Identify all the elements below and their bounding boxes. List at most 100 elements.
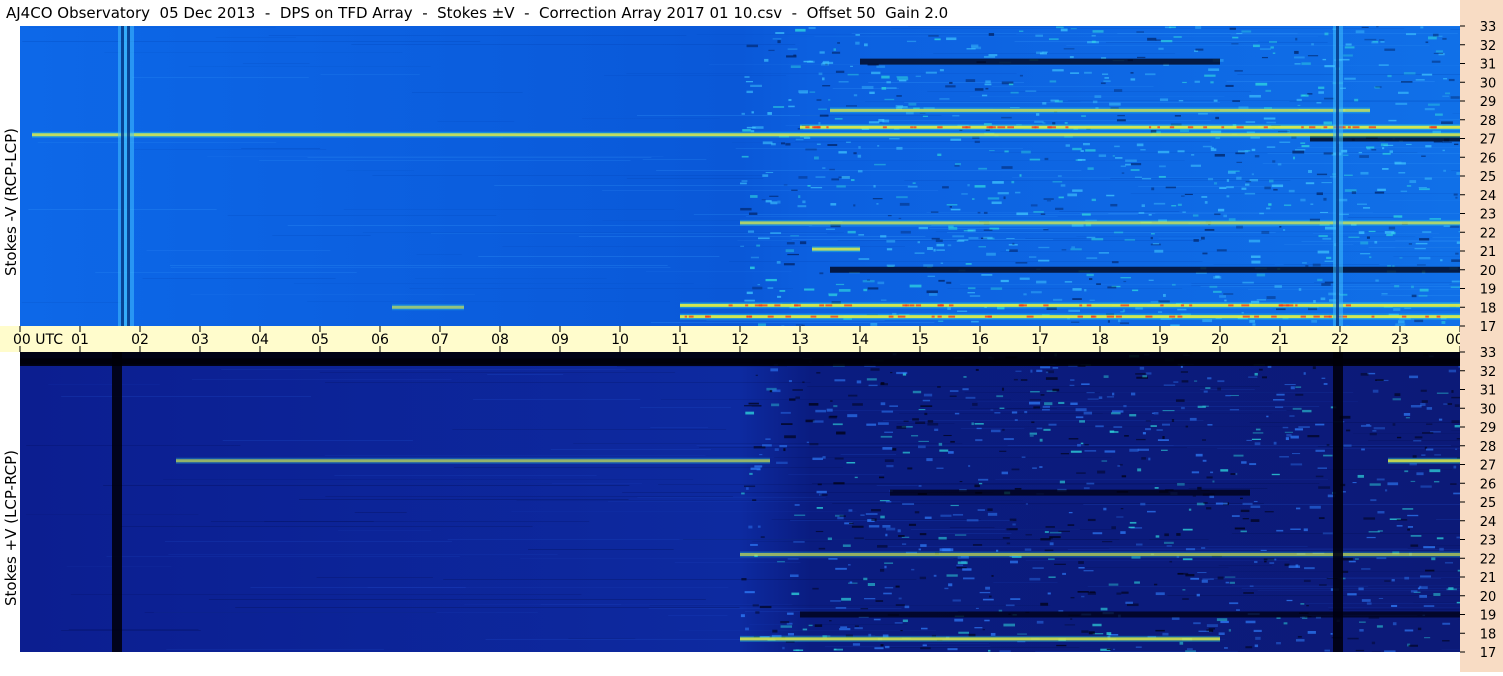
emission-speckle — [784, 263, 795, 265]
emission-speckle — [858, 170, 863, 172]
emission-speckle — [978, 168, 987, 170]
emission-speckle — [779, 290, 785, 292]
emission-speckle — [919, 227, 928, 229]
texture-streak — [809, 226, 1279, 227]
emission-speckle — [942, 548, 953, 551]
emission-speckle — [1019, 31, 1023, 32]
emission-speckle — [777, 40, 780, 43]
emission-speckle — [1088, 592, 1096, 595]
emission-speckle — [803, 629, 807, 631]
emission-speckle — [858, 146, 860, 149]
emission-speckle — [1413, 440, 1421, 441]
title-bar: AJ4CO Observatory 05 Dec 2013 - DPS on T… — [0, 0, 1460, 26]
emission-speckle — [740, 183, 747, 185]
emission-speckle — [1393, 308, 1400, 311]
emission-speckle — [1379, 598, 1383, 599]
emission-speckle — [972, 403, 977, 406]
emission-peak — [1437, 316, 1441, 318]
emission-speckle — [1236, 609, 1240, 611]
emission-speckle — [790, 235, 799, 236]
emission-speckle — [953, 514, 963, 516]
emission-speckle — [820, 494, 827, 496]
emission-speckle — [1424, 605, 1435, 607]
emission-speckle — [1151, 187, 1154, 190]
emission-speckle — [1429, 218, 1441, 220]
freq-tick-label: 32 — [1480, 365, 1497, 380]
emission-speckle — [877, 145, 879, 147]
emission-speckle — [1346, 430, 1350, 432]
emission-speckle — [815, 410, 826, 413]
emission-speckle — [1034, 121, 1043, 123]
emission-speckle — [881, 644, 884, 646]
emission-speckle — [1219, 632, 1225, 635]
emission-speckle — [741, 578, 746, 580]
emission-speckle — [1385, 231, 1394, 234]
emission-speckle — [750, 195, 758, 198]
emission-peak — [938, 304, 943, 306]
emission-speckle — [1361, 568, 1370, 569]
emission-speckle — [1401, 191, 1407, 192]
freq-tick-label: 29 — [1480, 95, 1497, 110]
emission-speckle — [1274, 442, 1277, 445]
emission-speckle — [868, 287, 879, 289]
texture-streak — [1025, 238, 1092, 239]
texture-streak — [1328, 577, 1460, 578]
emission-speckle — [1023, 293, 1026, 295]
emission-speckle — [966, 397, 976, 399]
emission-speckle — [1208, 68, 1219, 71]
texture-streak — [29, 27, 276, 28]
emission-speckle — [819, 548, 826, 550]
emission-speckle — [955, 163, 961, 165]
emission-speckle — [1107, 632, 1112, 635]
texture-streak — [355, 512, 407, 513]
emission-speckle — [1295, 149, 1305, 150]
emission-speckle — [1410, 544, 1418, 546]
emission-speckle — [955, 535, 966, 536]
emission-peak — [889, 316, 894, 318]
emission-speckle — [1130, 72, 1133, 74]
emission-speckle — [1416, 472, 1423, 475]
emission-speckle — [847, 414, 857, 417]
emission-speckle — [1138, 449, 1149, 451]
emission-speckle — [1176, 399, 1185, 402]
emission-speckle — [1048, 576, 1055, 577]
emission-speckle — [900, 203, 910, 206]
emission-speckle — [1182, 380, 1189, 382]
emission-speckle — [763, 141, 773, 144]
emission-speckle — [1071, 246, 1075, 248]
freq-tick-label: 31 — [1480, 384, 1497, 399]
emission-speckle — [773, 106, 784, 108]
emission-speckle — [811, 187, 822, 188]
texture-streak — [299, 499, 629, 500]
emission-speckle — [885, 459, 894, 462]
emission-speckle — [951, 505, 959, 506]
emission-speckle — [852, 403, 863, 406]
emission-speckle — [1318, 467, 1327, 469]
emission-peak — [902, 304, 907, 306]
texture-streak — [170, 265, 668, 266]
emission-peak — [749, 316, 752, 318]
emission-speckle — [1267, 296, 1276, 299]
texture-streak — [454, 467, 843, 468]
texture-streak — [752, 541, 831, 542]
emission-speckle — [1197, 572, 1206, 573]
emission-speckle — [1101, 608, 1108, 611]
emission-speckle — [1115, 157, 1122, 159]
emission-speckle — [1116, 516, 1123, 517]
texture-streak — [494, 185, 910, 186]
emission-speckle — [1211, 147, 1214, 149]
emission-speckle — [1215, 154, 1225, 157]
emission-speckle — [1096, 283, 1101, 285]
emission-speckle — [1015, 262, 1027, 263]
texture-streak — [736, 148, 1023, 149]
emission-speckle — [1156, 429, 1162, 430]
emission-speckle — [1393, 398, 1401, 400]
emission-speckle — [1107, 649, 1111, 650]
emission-speckle — [1296, 564, 1299, 567]
emission-speckle — [1077, 444, 1081, 447]
emission-speckle — [1398, 172, 1405, 173]
emission-speckle — [764, 59, 768, 62]
emission-speckle — [927, 423, 938, 425]
emission-speckle — [1102, 73, 1108, 75]
emission-speckle — [1209, 628, 1215, 630]
